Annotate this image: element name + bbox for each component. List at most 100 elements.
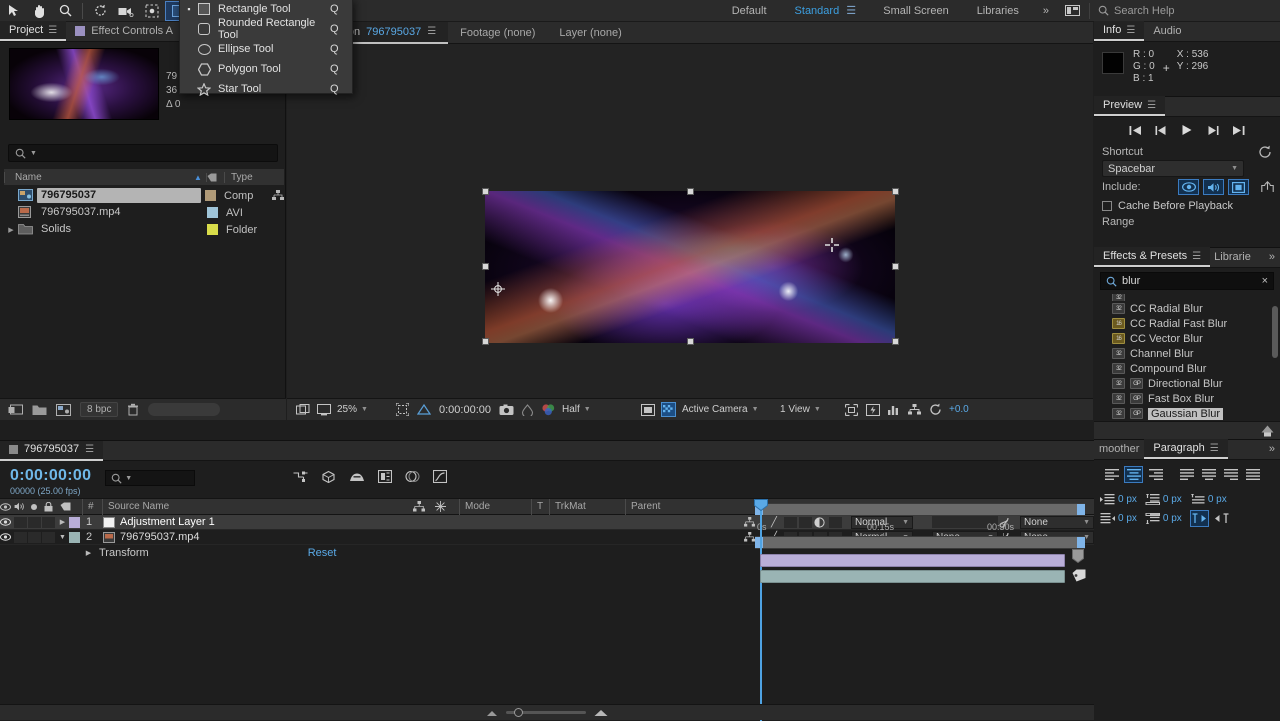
- timeline-current-time[interactable]: 0:00:00:00 00000 (25.00 fps): [0, 461, 91, 496]
- indent-left-margin-field[interactable]: 0 px: [1100, 494, 1137, 505]
- selection-handle-mr[interactable]: [892, 263, 899, 270]
- rotation-tool[interactable]: [87, 1, 113, 21]
- effects-list[interactable]: 32 32 CC Radial Blur 16 CC Radial Fast B…: [1098, 294, 1276, 421]
- selection-handle-br[interactable]: [892, 338, 899, 345]
- channels-icon[interactable]: [541, 402, 556, 417]
- layer-1-audio-toggle[interactable]: [14, 516, 27, 528]
- current-time-indicator-head[interactable]: [754, 499, 768, 511]
- transparency-grid-icon[interactable]: [416, 402, 431, 417]
- composition-flowchart-icon[interactable]: [907, 402, 922, 417]
- tab-project[interactable]: Project ☰: [0, 21, 67, 41]
- tab-footage[interactable]: Footage (none): [448, 22, 547, 44]
- work-area-bar-top[interactable]: [755, 503, 1085, 516]
- resolution-dropdown[interactable]: Half ▼: [562, 404, 634, 415]
- exposure-value[interactable]: +0.0: [949, 404, 969, 415]
- monitor-icon[interactable]: [316, 402, 331, 417]
- composition-frame-preview[interactable]: [485, 191, 895, 343]
- zoom-tool[interactable]: [52, 1, 78, 21]
- justify-last-center-button[interactable]: [1199, 466, 1218, 483]
- layer-2-disclosure-triangle-icon[interactable]: ▼: [56, 534, 69, 541]
- layer-1-lock-toggle[interactable]: [42, 516, 55, 528]
- reset-preview-icon[interactable]: [1258, 145, 1272, 158]
- column-header-trkmat[interactable]: TrkMat: [549, 498, 625, 515]
- comp-render-marker-icon[interactable]: [1072, 549, 1086, 563]
- shape-tool-dropdown-menu[interactable]: ▪ Rectangle Tool Q Rounded Rectangle Too…: [179, 0, 353, 96]
- space-before-paragraph-field[interactable]: 0 px: [1145, 494, 1182, 505]
- timeline-search-chevron-icon[interactable]: ▼: [125, 475, 132, 482]
- layer-2-duration-bar[interactable]: [760, 570, 1065, 583]
- project-item-footage[interactable]: 796795037.mp4 AVI: [4, 204, 284, 221]
- tab-timeline-composition[interactable]: 796795037 ☰: [0, 440, 104, 461]
- work-area-bar-bottom[interactable]: [755, 536, 1085, 549]
- layer-2-label-color[interactable]: [69, 531, 80, 543]
- pan-behind-tool[interactable]: [139, 1, 165, 21]
- first-frame-button[interactable]: [1129, 125, 1142, 136]
- cache-before-playback-row[interactable]: Cache Before Playback: [1094, 197, 1280, 214]
- list-item[interactable]: 32 GP Directional Blur: [1098, 376, 1276, 391]
- new-animation-preset-icon[interactable]: [1261, 425, 1274, 437]
- align-left-button[interactable]: [1102, 466, 1121, 483]
- project-search-input[interactable]: ▼: [8, 144, 278, 162]
- clear-search-icon[interactable]: ×: [1262, 275, 1268, 287]
- folder-disclosure-triangle-icon[interactable]: ▶: [4, 226, 18, 234]
- selection-handle-tc[interactable]: [687, 188, 694, 195]
- selection-handle-ml[interactable]: [482, 263, 489, 270]
- space-after-paragraph-field[interactable]: 0 px: [1145, 513, 1182, 524]
- tab-smoother[interactable]: moother: [1094, 439, 1144, 459]
- fast-previews-icon[interactable]: [865, 402, 880, 417]
- play-button[interactable]: [1181, 124, 1193, 136]
- tab-effect-controls[interactable]: Effect Controls A: [66, 21, 182, 41]
- indent-right-margin-field[interactable]: 0 px: [1100, 513, 1137, 524]
- viewer-timecode[interactable]: 0:00:00:00: [439, 404, 491, 416]
- audio-toggle[interactable]: [1203, 179, 1224, 195]
- timeline-graph-icon[interactable]: [886, 402, 901, 417]
- menu-item-rounded-rectangle-tool[interactable]: Rounded Rectangle Tool Q: [180, 17, 352, 41]
- selection-handle-tr[interactable]: [892, 188, 899, 195]
- snapshot-camera-icon[interactable]: [499, 402, 514, 417]
- current-time-indicator[interactable]: [760, 503, 762, 721]
- last-frame-button[interactable]: [1232, 125, 1245, 136]
- tab-libraries[interactable]: Librarie: [1210, 247, 1255, 267]
- hide-shy-layers-icon[interactable]: [349, 471, 365, 483]
- camera-tool[interactable]: [113, 1, 139, 21]
- zoom-out-icon[interactable]: [486, 709, 498, 717]
- layer-2-solo-toggle[interactable]: [28, 531, 41, 543]
- share-preview-icon[interactable]: [1261, 181, 1274, 193]
- show-snapshot-icon[interactable]: [520, 402, 535, 417]
- column-header-t[interactable]: T: [531, 498, 549, 515]
- enable-frame-blending-icon[interactable]: [378, 470, 393, 483]
- column-header-source-name[interactable]: Source Name: [102, 498, 413, 515]
- list-item-selected[interactable]: 32 GP Gaussian Blur: [1098, 406, 1276, 421]
- toggle-mask-paths-icon[interactable]: [640, 402, 655, 417]
- timeline-panel-menu-icon[interactable]: ☰: [85, 440, 94, 459]
- interpret-footage-icon[interactable]: [8, 404, 23, 416]
- overlays-toggle[interactable]: [1228, 179, 1249, 195]
- layer-1-solo-toggle[interactable]: [28, 516, 41, 528]
- selection-tool[interactable]: [0, 1, 26, 21]
- work-area-end-handle[interactable]: [1077, 504, 1085, 515]
- list-item[interactable]: 32 GP Fast Box Blur: [1098, 391, 1276, 406]
- next-frame-button[interactable]: [1206, 125, 1219, 136]
- delete-icon[interactable]: [127, 403, 139, 416]
- justify-all-button[interactable]: [1243, 466, 1262, 483]
- column-header-label[interactable]: [206, 172, 224, 182]
- project-panel-menu-icon[interactable]: ☰: [48, 21, 57, 40]
- menu-item-ellipse-tool[interactable]: Ellipse Tool Q: [180, 39, 352, 59]
- layer-2-audio-toggle[interactable]: [14, 531, 27, 543]
- anchor-point-icon[interactable]: [491, 282, 505, 296]
- effects-panel-menu-icon[interactable]: ☰: [1192, 247, 1201, 266]
- project-item-folder[interactable]: ▶ Solids Folder: [4, 221, 284, 238]
- selection-handle-tl[interactable]: [482, 188, 489, 195]
- indent-first-line-field[interactable]: 0 px: [1190, 494, 1227, 505]
- selection-handle-bl[interactable]: [482, 338, 489, 345]
- new-composition-icon[interactable]: [56, 403, 71, 416]
- layer-2-lock-toggle[interactable]: [42, 531, 55, 543]
- work-area-end-handle-bottom[interactable]: [1077, 537, 1085, 548]
- layer-1-label-color[interactable]: [69, 516, 80, 528]
- list-item[interactable]: 32 Channel Blur: [1098, 346, 1276, 361]
- rtl-direction-button[interactable]: [1212, 510, 1231, 527]
- transform-disclosure-triangle-icon[interactable]: ▶: [82, 549, 95, 557]
- hand-tool[interactable]: [26, 1, 52, 21]
- pixel-aspect-correction-icon[interactable]: [844, 402, 859, 417]
- list-item[interactable]: 16 CC Vector Blur: [1098, 331, 1276, 346]
